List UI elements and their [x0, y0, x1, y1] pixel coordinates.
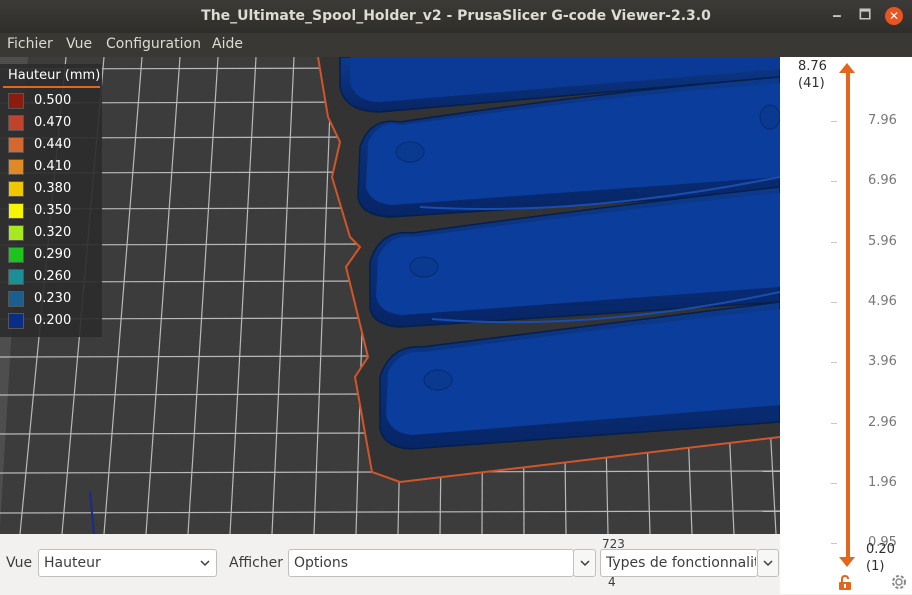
- legend-swatch: [8, 159, 24, 175]
- slider-tick: [831, 301, 837, 303]
- height-legend: Hauteur (mm) 0.500 0.470 0.440 0.410 0.380 0.…: [0, 64, 102, 337]
- legend-value: 0.410: [34, 159, 72, 174]
- legend-swatch: [8, 181, 24, 197]
- legend-value: 0.440: [34, 137, 72, 152]
- slider-upper-thumb[interactable]: [839, 63, 855, 73]
- legend-swatch: [8, 247, 24, 263]
- legend-swatch: [8, 291, 24, 307]
- layer-slider[interactable]: 8.76 (41) 7.96 6.96 5.96 4.96 3.96 2.96 1.96 0.…: [780, 57, 912, 594]
- gear-icon[interactable]: [890, 573, 908, 591]
- slider-tick: [831, 241, 837, 243]
- chevron-down-icon: [580, 560, 590, 567]
- minimize-icon: 🗕: [832, 8, 842, 23]
- slider-tick-label: 6.96: [868, 173, 897, 189]
- slider-tick: [831, 482, 837, 484]
- window-title: The_Ultimate_Spool_Holder_v2 - PrusaSlic…: [201, 8, 711, 24]
- legend-swatch: [8, 203, 24, 219]
- menu-vue[interactable]: Vue: [66, 36, 92, 52]
- move-number-bottom: 4: [608, 575, 616, 589]
- show-label: Afficher: [229, 555, 284, 571]
- slider-bottom-layer: (1): [866, 559, 885, 574]
- legend-value: 0.290: [34, 247, 72, 262]
- close-icon: ✕: [888, 9, 900, 23]
- legend-value: 0.470: [34, 115, 72, 130]
- feature-types-dropdown-button[interactable]: [757, 549, 779, 577]
- view-type-label: Vue: [6, 555, 33, 571]
- slider-tick-label: 2.96: [868, 414, 897, 430]
- slider-bottom-value: 0.20: [866, 542, 895, 557]
- maximize-button[interactable]: 🗖: [856, 7, 874, 25]
- legend-swatch: [8, 269, 24, 285]
- chevron-down-icon: [763, 560, 773, 567]
- view-type-value: Hauteur: [44, 555, 101, 571]
- legend-value: 0.200: [34, 313, 72, 328]
- options-value: Options: [294, 555, 349, 571]
- legend-swatch: [8, 225, 24, 241]
- maximize-icon: 🗖: [858, 8, 872, 23]
- bottom-toolbar: Vue Hauteur Afficher Options 723 Types d…: [0, 534, 780, 594]
- feature-types-field[interactable]: Types de fonctionnalit: [600, 549, 758, 577]
- title-bar: The_Ultimate_Spool_Holder_v2 - PrusaSlic…: [0, 0, 912, 33]
- legend-swatch: [8, 313, 24, 329]
- menu-configuration[interactable]: Configuration: [106, 36, 201, 52]
- bed-scene: [0, 57, 780, 534]
- slider-tick: [831, 121, 837, 122]
- legend-swatch: [8, 115, 24, 131]
- slider-track[interactable]: [846, 71, 850, 563]
- slider-tick-label: 4.96: [868, 293, 897, 309]
- slider-lower-thumb[interactable]: [839, 557, 855, 567]
- minimize-button[interactable]: 🗕: [828, 7, 846, 25]
- menu-bar: Fichier Vue Configuration Aide: [0, 33, 912, 57]
- lock-icon[interactable]: [838, 574, 852, 591]
- legend-swatch: [8, 93, 24, 109]
- chevron-down-icon: [200, 560, 210, 567]
- slider-tick-label: 1.96: [868, 474, 897, 490]
- legend-value: 0.350: [34, 203, 72, 218]
- slider-top-value: 8.76: [798, 59, 827, 74]
- legend-value: 0.500: [34, 93, 72, 108]
- close-button[interactable]: ✕: [885, 7, 903, 25]
- options-field[interactable]: Options: [288, 549, 574, 577]
- slider-tick-label: 7.96: [868, 113, 897, 128]
- legend-divider: [3, 86, 100, 88]
- legend-value: 0.380: [34, 181, 72, 196]
- legend-title: Hauteur (mm): [8, 68, 101, 83]
- legend-swatch: [8, 137, 24, 153]
- slider-tick: [831, 422, 837, 424]
- legend-value: 0.230: [34, 291, 72, 306]
- slider-tick-label: 3.96: [868, 354, 897, 370]
- menu-fichier[interactable]: Fichier: [7, 36, 53, 52]
- view-type-combo[interactable]: Hauteur: [38, 549, 217, 577]
- legend-value: 0.260: [34, 269, 72, 284]
- slider-tick: [831, 362, 837, 364]
- slider-top-layer: (41): [798, 76, 825, 91]
- options-dropdown-button[interactable]: [573, 549, 596, 577]
- legend-value: 0.320: [34, 225, 72, 240]
- slider-tick-label: 5.96: [868, 233, 897, 249]
- gcode-3d-viewport[interactable]: [0, 57, 780, 534]
- menu-aide[interactable]: Aide: [212, 36, 243, 52]
- slider-tick: [831, 181, 837, 183]
- slider-tick: [831, 543, 837, 545]
- feature-types-value: Types de fonctionnalit: [606, 555, 756, 571]
